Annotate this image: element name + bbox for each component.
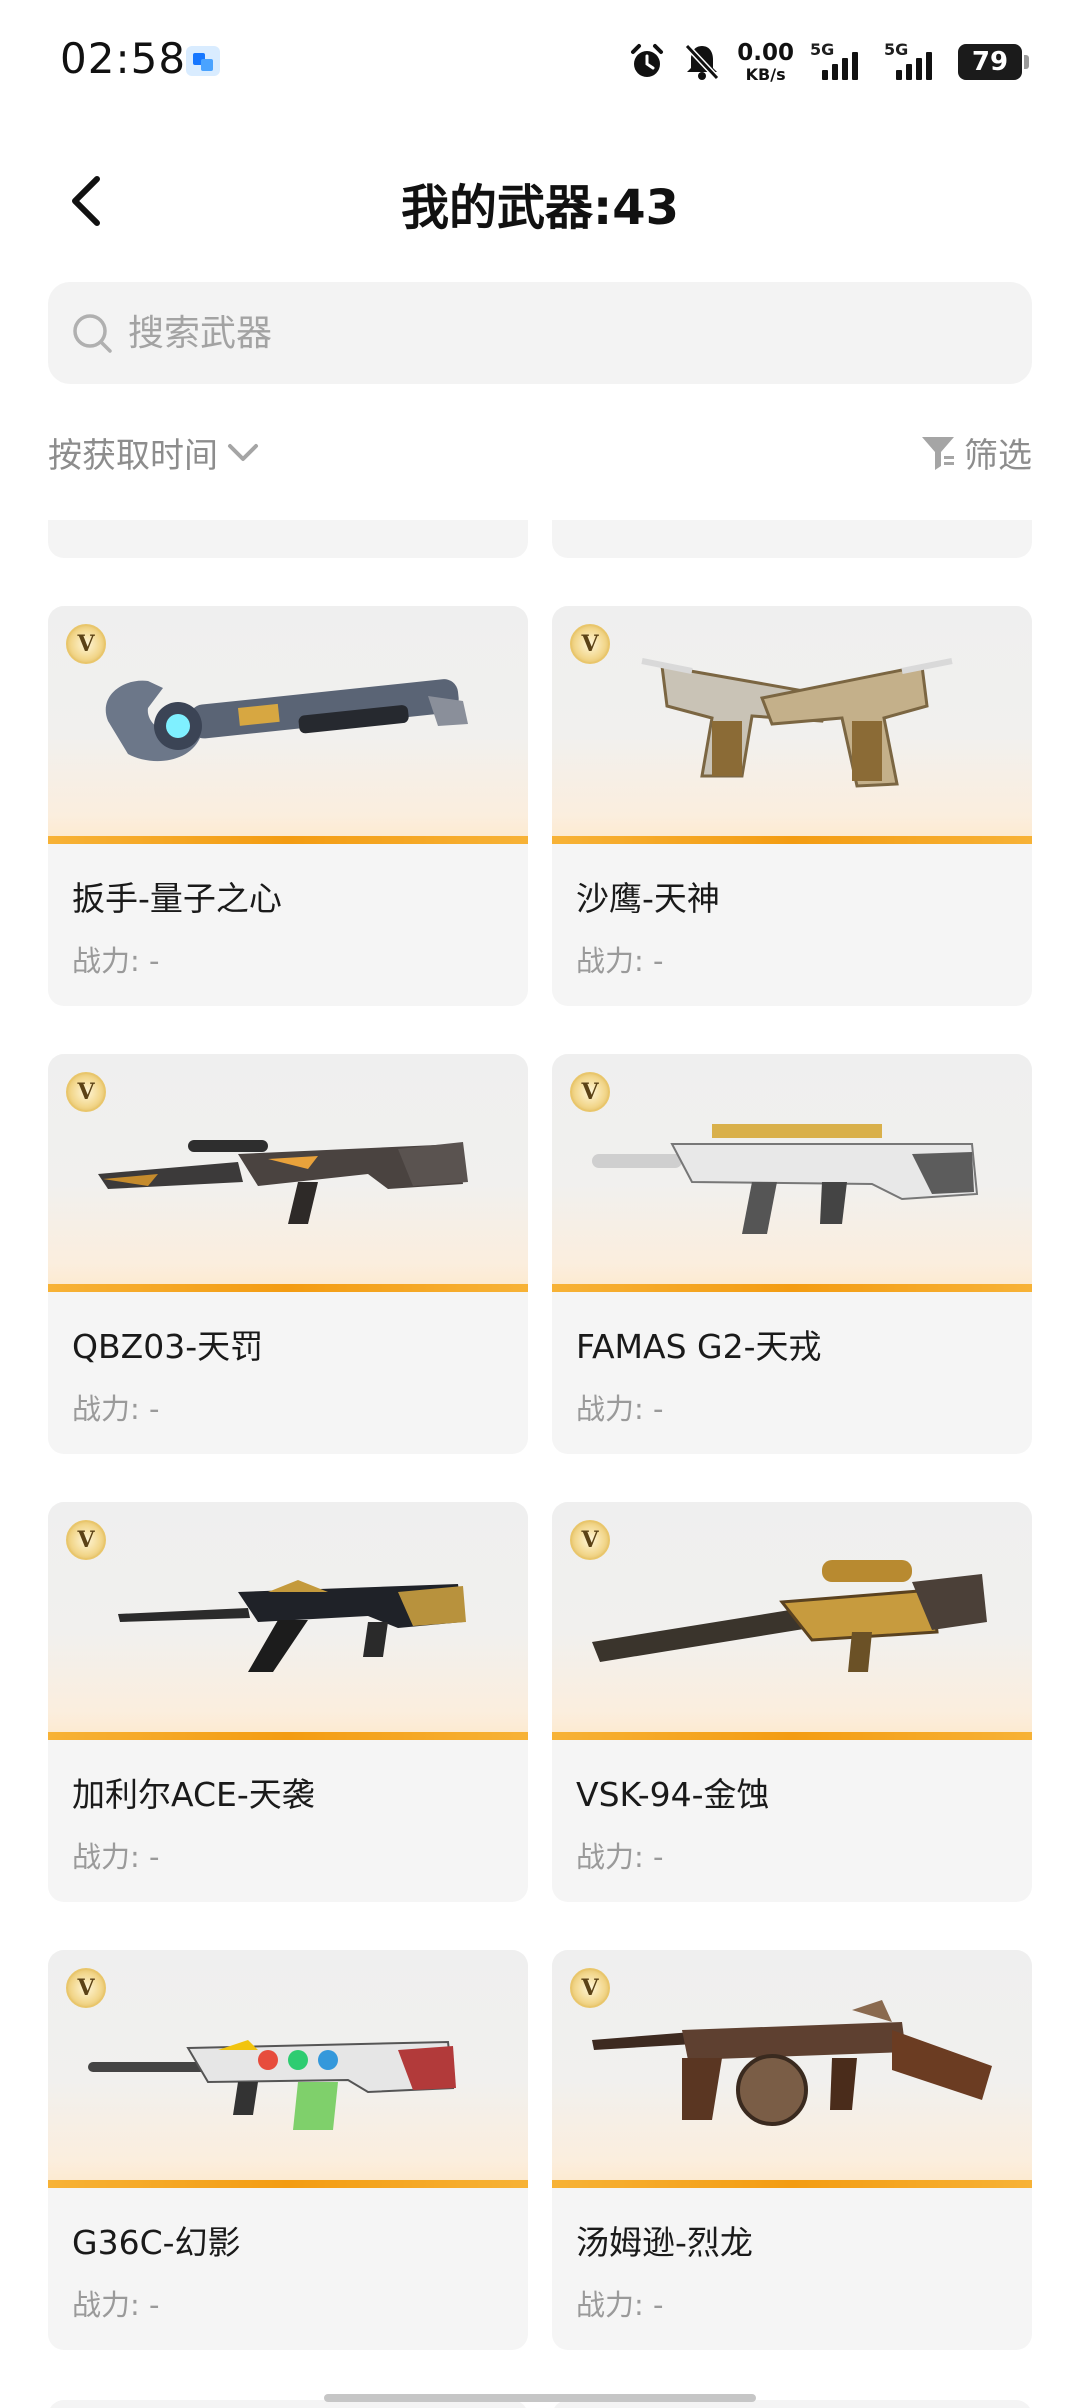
weapon-power: 战力: - (576, 944, 664, 978)
signal-sim1-icon: 5G (810, 40, 868, 82)
weapon-card[interactable]: V VSK-94-金蚀 战力: - (552, 1502, 1032, 1902)
sort-dropdown[interactable]: 按获取时间 (48, 428, 260, 477)
chevron-down-icon (228, 443, 258, 461)
weapon-image: V (552, 1950, 1032, 2188)
status-time: 02:58 (60, 34, 187, 83)
weapon-name: QBZ03-天罚 (72, 1327, 264, 1366)
app-notification-icon (186, 46, 220, 76)
search-input[interactable] (128, 312, 988, 354)
weapon-power: 战力: - (576, 1392, 664, 1426)
weapon-card[interactable]: V G36C-幻影 战力: - (48, 1950, 528, 2350)
weapon-name: 扳手-量子之心 (72, 879, 282, 918)
search-bar[interactable] (48, 282, 1032, 384)
weapon-power: 战力: - (72, 944, 160, 978)
weapon-image: V (48, 606, 528, 844)
weapon-power: 战力: - (72, 1392, 160, 1426)
weapon-name: G36C-幻影 (72, 2223, 241, 2262)
smg-icon (592, 2000, 992, 2126)
page-title: 我的武器:43 (401, 180, 679, 236)
filter-icon (922, 436, 954, 470)
network-speed: 0.00 KB/s (737, 39, 794, 84)
weapon-image: V (552, 1054, 1032, 1292)
list-controls: 按获取时间 筛选 (48, 428, 1032, 492)
weapon-image: V (48, 1054, 528, 1292)
app-header: 我的武器:43 (0, 150, 1080, 250)
weapon-card[interactable]: V QBZ03-天罚 战力: - (48, 1054, 528, 1454)
weapon-power: 战力: - (576, 2288, 664, 2322)
weapon-name: 汤姆逊-烈龙 (576, 2223, 753, 2262)
weapon-name: 加利尔ACE-天袭 (72, 1775, 315, 1814)
weapon-image: V (552, 1502, 1032, 1740)
rifle-icon (98, 1140, 468, 1224)
dual-pistol-icon (641, 658, 953, 788)
weapon-card[interactable]: V 加利尔ACE-天袭 战力: - (48, 1502, 528, 1902)
signal-sim2-icon: 5G (884, 40, 942, 82)
weapon-card-partial[interactable] (552, 520, 1032, 558)
weapon-name: VSK-94-金蚀 (576, 1775, 770, 1814)
wrench-icon (105, 679, 468, 762)
search-icon (73, 314, 112, 353)
mute-bell-icon (683, 42, 721, 82)
status-icons: 0.00 KB/s 5G 5G 79 (627, 38, 1029, 86)
weapon-card[interactable]: V 沙鹰-天神 战力: - (552, 606, 1032, 1006)
rifle-icon (118, 1580, 466, 1672)
weapon-name: FAMAS G2-天戎 (576, 1327, 822, 1366)
weapon-card[interactable]: V FAMAS G2-天戎 战力: - (552, 1054, 1032, 1454)
weapon-power: 战力: - (72, 1840, 160, 1874)
sort-label: 按获取时间 (48, 436, 218, 476)
weapon-image: V (552, 606, 1032, 844)
weapon-name: 沙鹰-天神 (576, 879, 720, 918)
weapon-power: 战力: - (576, 1840, 664, 1874)
rifle-icon (88, 2040, 456, 2130)
weapon-card[interactable]: V 汤姆逊-烈龙 战力: - (552, 1950, 1032, 2350)
sniper-rifle-icon (592, 1560, 987, 1672)
weapon-card[interactable]: V 扳手-量子之心 战力: - (48, 606, 528, 1006)
weapon-list-screen: 02:58 0.00 KB/s 5G 5G 79 我的武器:43 搜索武器 按获… (0, 0, 1080, 2408)
rifle-icon (592, 1124, 979, 1234)
home-indicator[interactable] (324, 2394, 756, 2402)
status-bar: 02:58 0.00 KB/s 5G 5G 79 (0, 0, 1080, 120)
filter-label: 筛选 (964, 436, 1032, 476)
alarm-icon (627, 42, 667, 82)
battery-icon: 79 (958, 44, 1029, 80)
weapon-power: 战力: - (72, 2288, 160, 2322)
filter-button[interactable]: 筛选 (920, 428, 1032, 477)
weapon-card-partial[interactable] (48, 520, 528, 558)
weapon-image: V (48, 1950, 528, 2188)
weapon-image: V (48, 1502, 528, 1740)
weapon-grid: V 扳手-量子之心 战力: - V 沙鹰-天神 战力: - V QBZ03-天罚… (0, 520, 1080, 2408)
